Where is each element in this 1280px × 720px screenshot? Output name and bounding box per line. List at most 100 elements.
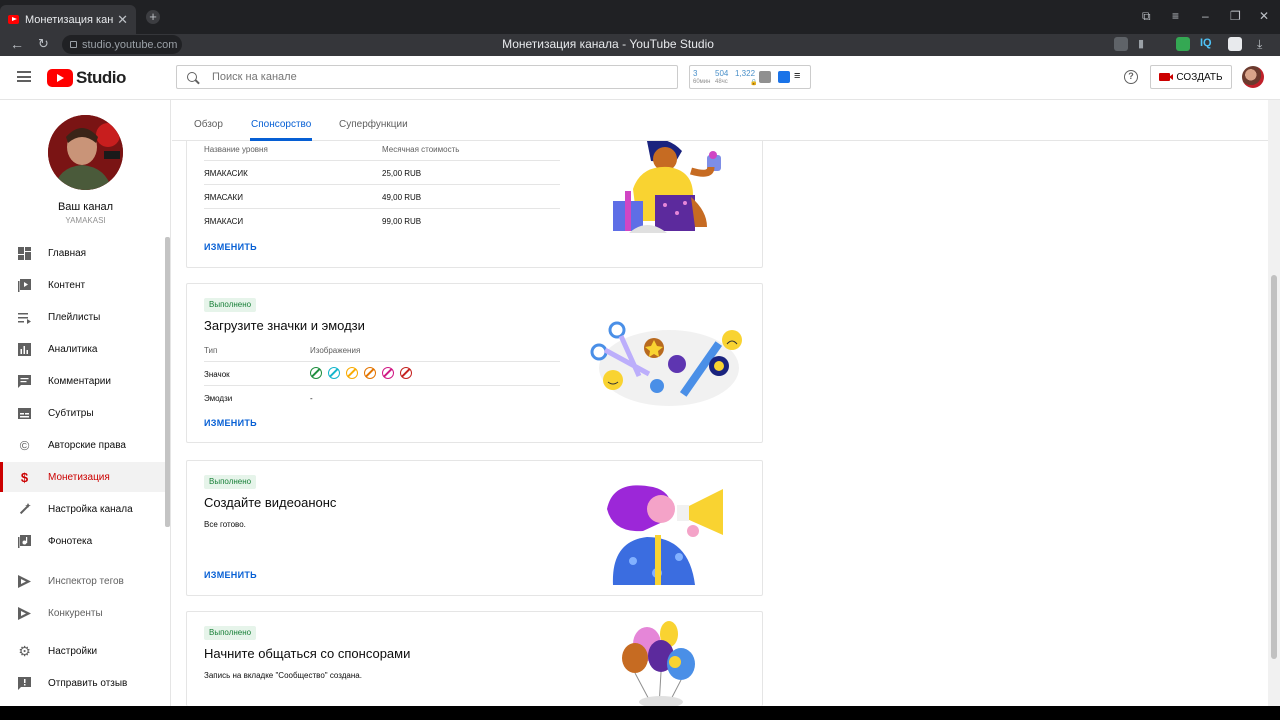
browser-menu-icon[interactable]: ≡ [1172,9,1179,23]
new-tab-button[interactable]: + [146,10,160,24]
browser-tab-bar: Монетизация канала - ✕ + ⧉ ≡ – ❐ ✕ [0,0,1280,34]
sidebar-item-feedback[interactable]: Отправить отзыв [0,668,170,698]
tab-overview[interactable]: Обзор [194,119,223,130]
emoji-row-label: Эмодзи [204,394,233,403]
close-tab-icon[interactable]: ✕ [117,12,128,28]
taskbar-strip [0,706,1280,720]
edit-trailer-link[interactable]: ИЗМЕНИТЬ [204,570,257,580]
sidebar-item-playlists[interactable]: Плейлисты [0,302,170,332]
level-price: 25,00 RUB [382,169,422,178]
badges-row-label: Значок [204,370,230,379]
levels-table-header: Название уровня Месячная стоимость [204,145,560,154]
sidebar-item-dashboard[interactable]: Главная [0,238,170,268]
sidebar-item-monetization[interactable]: $ Монетизация [0,462,170,492]
sidebar-item-label: Субтитры [48,407,94,419]
craft-tools-illustration [590,321,742,406]
profile-extension-icon[interactable] [1228,37,1242,51]
table-row: ЯМАСАКИ 49,00 RUB [204,184,560,208]
page-scrollbar-thumb[interactable] [1271,275,1277,659]
badges-card: Выполнено Загрузите значки и эмодзи Тип … [186,283,763,443]
sidebar-item-label: Авторские права [48,439,126,451]
emoji-row-value: - [310,394,313,403]
create-button[interactable]: СОЗДАТЬ [1150,65,1232,89]
trailer-card-title: Создайте видеоанонс [204,495,337,510]
extension-icon[interactable] [1114,37,1128,51]
tab-superfeatures[interactable]: Суперфункции [339,119,408,130]
extension-green-icon[interactable] [1176,37,1190,51]
audio-library-icon [18,534,31,548]
sidebar-item-label: Настройка канала [48,503,133,515]
youtube-logo-icon [47,69,73,87]
sidebar-item-tag-inspector[interactable]: Инспектор тегов [0,566,170,596]
edit-badges-link[interactable]: ИЗМЕНИТЬ [204,418,257,428]
gift-person-illustration [613,141,721,233]
hamburger-menu-icon[interactable] [17,71,31,82]
community-card-desc: Запись на вкладке "Сообщество" создана. [204,671,362,680]
membership-badge-icon [382,367,394,379]
page-scrollbar[interactable] [1268,100,1280,706]
search-input[interactable] [212,71,652,83]
account-avatar[interactable] [1242,66,1264,88]
trailer-card-desc: Все готово. [204,520,246,529]
levels-col-name: Название уровня [204,145,268,154]
sidebar-item-audio-library[interactable]: Фонотека [0,526,170,556]
magic-wand-icon [18,502,31,516]
stat-label-1: 60мин [693,79,711,85]
create-button-label: СОЗДАТЬ [1176,71,1223,83]
sidebar-item-subtitles[interactable]: Субтитры [0,398,170,428]
vidiq-extension-icon[interactable]: IQ [1200,37,1214,51]
level-name: ЯМАСАКИ [204,193,243,202]
edit-levels-link[interactable]: ИЗМЕНИТЬ [204,242,257,252]
sidebar-scrollbar[interactable] [165,237,170,527]
sidebar-item-customization[interactable]: Настройка канала [0,494,170,524]
help-icon[interactable]: ? [1124,70,1138,84]
membership-badge-icon [310,367,322,379]
studio-logo[interactable]: Studio [47,68,126,88]
sidebar-item-content[interactable]: Контент [0,270,170,300]
dashboard-icon [18,246,31,260]
video-camera-icon [1159,73,1174,81]
tab-memberships[interactable]: Спонсорство [251,119,311,130]
levels-card: Название уровня Месячная стоимость ЯМАКА… [186,120,763,268]
window-title: Монетизация канала - YouTube Studio [502,37,714,51]
play-mini-icon[interactable] [778,71,790,83]
download-icon[interactable]: ⤓ [1257,37,1271,51]
badges-col-images: Изображения [310,346,361,355]
gear-icon: ⚙ [18,642,31,659]
channel-label: Ваш канал [57,201,114,213]
search-box[interactable] [176,65,678,89]
maximize-icon[interactable]: ❐ [1230,9,1241,23]
competitors-icon [18,606,31,620]
sidebar-item-label: Плейлисты [48,311,101,323]
status-badge: Выполнено [204,475,257,489]
membership-badge-icon [364,367,376,379]
sidebar-item-comments[interactable]: Комментарии [0,366,170,396]
minimize-icon[interactable]: – [1202,9,1209,23]
monetization-tabs: Обзор Спонсорство Суперфункции [172,100,1268,141]
table-row: ЯМАКАСИ 99,00 RUB [204,208,560,232]
sidebar-item-competitors[interactable]: Конкуренты [0,598,170,628]
chart-mini-icon[interactable] [759,71,771,83]
sidebar-item-analytics[interactable]: Аналитика [0,334,170,364]
studio-logo-text: Studio [76,68,126,87]
sidebar-item-label: Настройки [48,645,98,657]
browser-tab[interactable]: Монетизация канала - ✕ [0,5,136,34]
level-price: 99,00 RUB [382,217,422,226]
membership-badge-icon [346,367,358,379]
channel-avatar[interactable] [48,115,123,190]
dollar-icon: $ [20,469,29,485]
studio-header: Studio 3 60мин 504 48чс 1,322 🔒 ≡ ? СОЗД… [0,56,1280,100]
sidebar-item-settings[interactable]: ⚙ Настройки [0,636,170,666]
bookmark-icon[interactable]: ▮ [1138,37,1152,51]
table-row: Значок [204,361,560,385]
balloons-illustration [622,621,695,707]
level-name: ЯМАКАСИ [204,217,244,226]
sidebar-item-copyright[interactable]: © Авторские права [0,430,170,460]
badges-col-type: Тип [204,346,218,355]
close-window-icon[interactable]: ✕ [1259,9,1269,23]
vidiq-stats-widget[interactable]: 3 60мин 504 48чс 1,322 🔒 ≡ [689,65,811,89]
menu-mini-icon[interactable]: ≡ [794,71,806,83]
browser-collections-icon[interactable]: ⧉ [1142,9,1151,24]
youtube-favicon-icon [8,15,20,24]
sidebar: Ваш канал YAMAKASI Главная Контент Плейл… [0,100,171,706]
